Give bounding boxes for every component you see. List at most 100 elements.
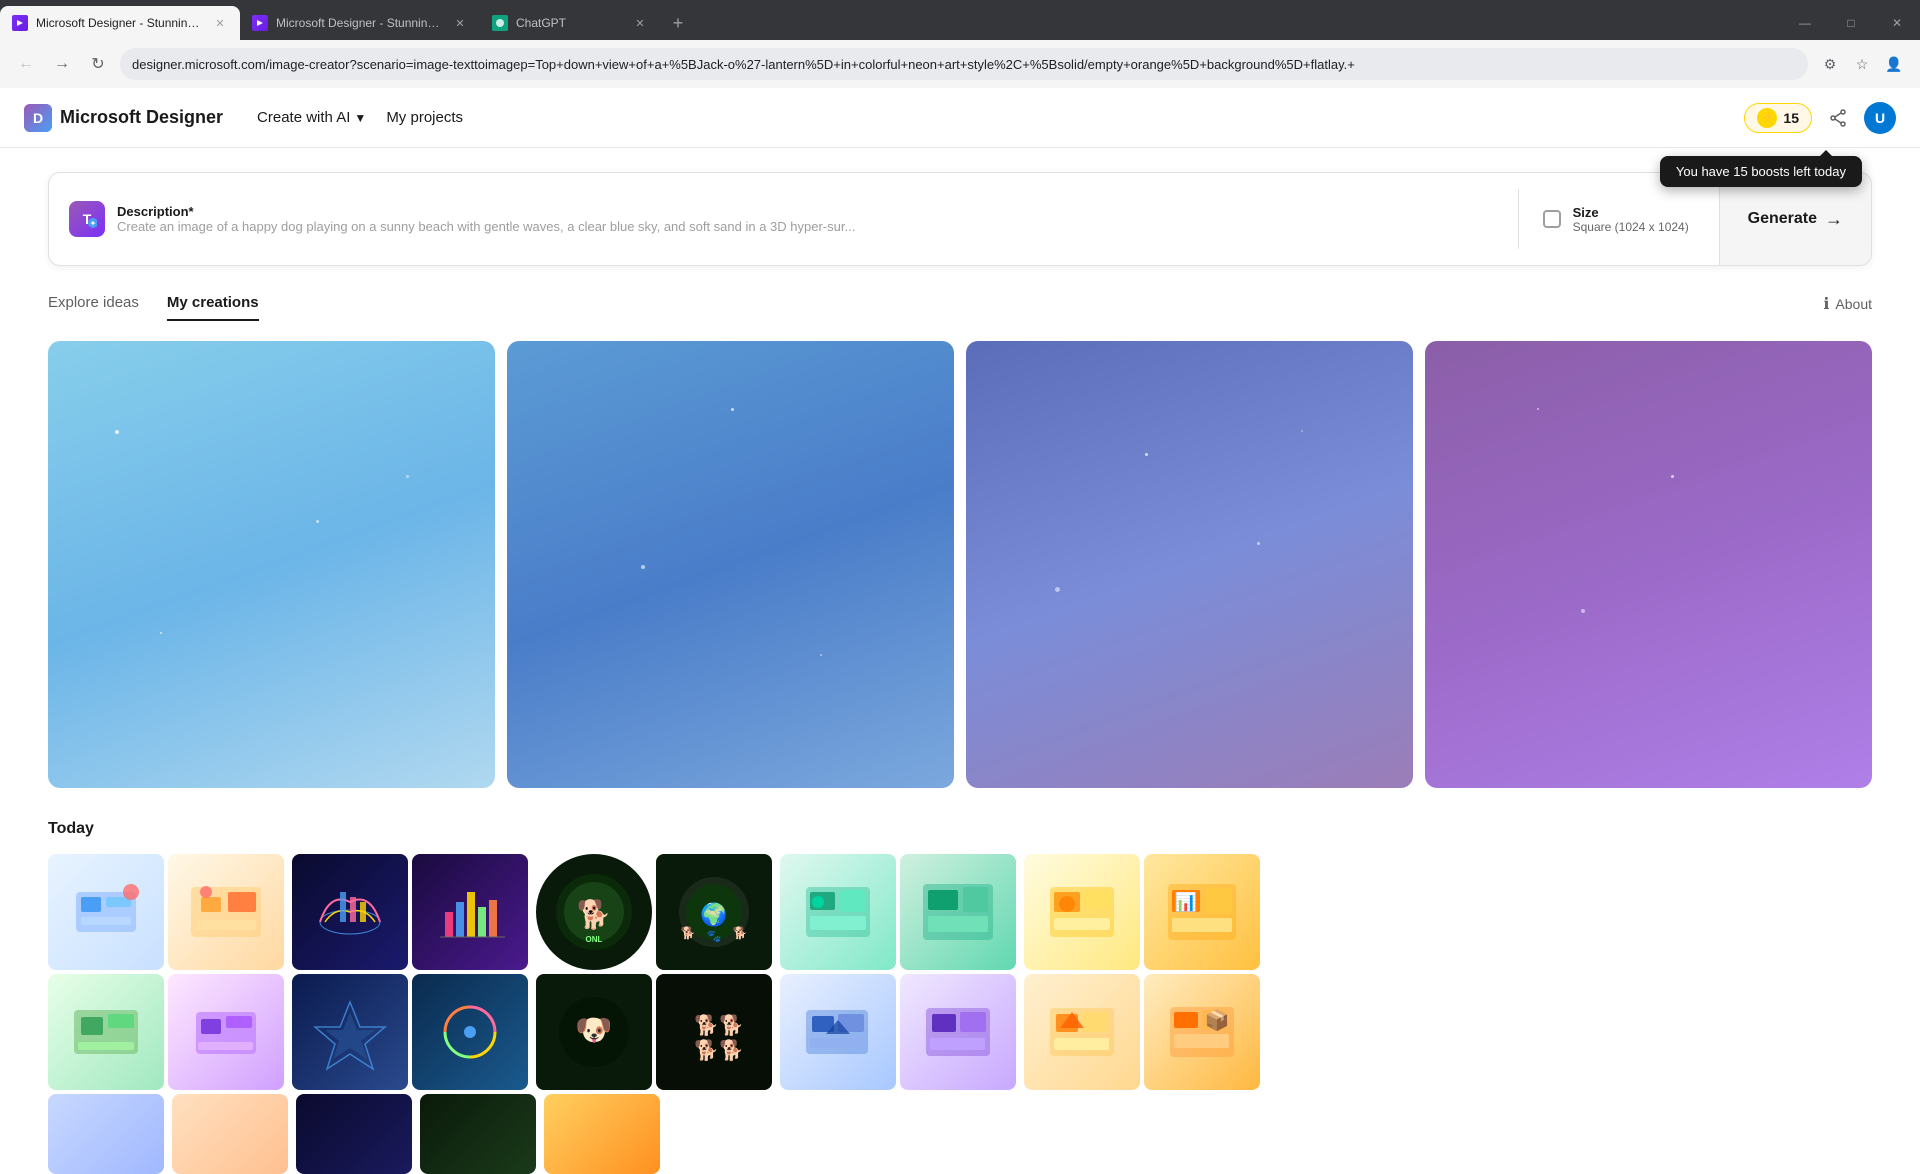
info-icon: ℹ [1823, 294, 1829, 314]
today-thumb-yellow-3[interactable] [1024, 974, 1140, 1090]
loading-card-3[interactable] [966, 341, 1413, 788]
boost-tooltip: You have 15 boosts left today [1660, 156, 1862, 187]
tab-2[interactable]: Microsoft Designer - Stunning... ✕ [240, 6, 480, 40]
boost-coin-icon: ⚡ [1757, 108, 1777, 128]
my-projects-nav[interactable]: My projects [376, 103, 473, 132]
maximize-button[interactable]: □ [1828, 6, 1874, 40]
bookmark-icon[interactable]: ☆ [1848, 50, 1876, 78]
today-thumb-5[interactable] [292, 854, 408, 970]
today-group-4 [780, 854, 1016, 1090]
app-logo-text: Microsoft Designer [60, 107, 223, 128]
today-thumb-4[interactable] [168, 974, 284, 1090]
loading-cards-grid [48, 341, 1872, 788]
app-logo: D Microsoft Designer [24, 104, 223, 132]
explore-ideas-tab[interactable]: Explore ideas [48, 286, 139, 321]
today-thumb-dog-4[interactable]: 🐕 🐕 🐕 🐕 [656, 974, 772, 1090]
back-button[interactable]: ← [12, 50, 40, 78]
today-thumb-tech-3[interactable] [780, 974, 896, 1090]
strip-item-5[interactable] [544, 1094, 660, 1174]
description-placeholder: Create an image of a happy dog playing o… [117, 219, 855, 234]
svg-text:🐕: 🐕 [577, 898, 612, 931]
svg-text:📦: 📦 [1205, 1008, 1230, 1032]
loading-card-2[interactable] [507, 341, 954, 788]
description-bar: T ✦ Description* Create an image of a ha… [48, 172, 1872, 266]
extensions-icon[interactable]: ⚙ [1816, 50, 1844, 78]
size-value: Square (1024 x 1024) [1573, 220, 1689, 234]
tab-title-1: Microsoft Designer - Stunning... [36, 16, 204, 30]
bottom-strip [48, 1094, 1872, 1174]
today-thumb-7[interactable] [292, 974, 408, 1090]
close-button[interactable]: ✕ [1874, 6, 1920, 40]
strip-item-4[interactable] [420, 1094, 536, 1174]
svg-text:🌍: 🌍 [700, 902, 727, 927]
description-input-area[interactable]: T ✦ Description* Create an image of a ha… [49, 185, 1518, 253]
generate-label: Generate [1748, 210, 1817, 228]
my-creations-tab[interactable]: My creations [167, 286, 259, 321]
app-logo-icon: D [24, 104, 52, 132]
minimize-button[interactable]: — [1782, 6, 1828, 40]
today-group-1 [48, 854, 284, 1090]
header-right: ⚡ 15 U [1744, 100, 1896, 136]
refresh-button[interactable]: ↻ [84, 50, 112, 78]
today-thumb-dog-1[interactable]: 🐕 ONL [536, 854, 652, 970]
app: D Microsoft Designer Create with AI ▼ My… [0, 88, 1920, 1174]
tabs-row: Explore ideas My creations ℹ About [48, 286, 1872, 321]
strip-item-2[interactable] [172, 1094, 288, 1174]
today-thumb-yellow-1[interactable] [1024, 854, 1140, 970]
today-thumb-yellow-4[interactable]: 📦 [1144, 974, 1260, 1090]
address-input[interactable]: designer.microsoft.com/image-creator?sce… [120, 48, 1808, 80]
boost-badge[interactable]: ⚡ 15 [1744, 103, 1812, 133]
profile-icon[interactable]: 👤 [1880, 50, 1908, 78]
address-bar: ← → ↻ designer.microsoft.com/image-creat… [0, 40, 1920, 88]
tab-close-2[interactable]: ✕ [452, 15, 468, 31]
today-thumb-yellow-2[interactable]: 📊 [1144, 854, 1260, 970]
svg-text:🐕: 🐕 [694, 1038, 719, 1062]
user-avatar[interactable]: U [1864, 102, 1896, 134]
today-thumb-tech-1[interactable] [780, 854, 896, 970]
svg-text:🐕: 🐕 [719, 1013, 744, 1037]
today-section: Today [48, 820, 1872, 1174]
today-thumb-tech-2[interactable] [900, 854, 1016, 970]
today-thumb-tech-4[interactable] [900, 974, 1016, 1090]
chevron-down-icon: ▼ [354, 111, 366, 125]
size-info: Size Square (1024 x 1024) [1573, 205, 1689, 234]
today-thumb-1[interactable] [48, 854, 164, 970]
today-thumb-6[interactable] [412, 854, 528, 970]
today-group-3: 🐕 ONL 🌍 🐕 🐾 🐕 [536, 854, 772, 1090]
tab-close-3[interactable]: ✕ [632, 15, 648, 31]
strip-item-1[interactable] [48, 1094, 164, 1174]
tab-1[interactable]: Microsoft Designer - Stunning... ✕ [0, 6, 240, 40]
loading-card-1[interactable] [48, 341, 495, 788]
today-thumb-8[interactable] [412, 974, 528, 1090]
generate-arrow-icon: → [1825, 209, 1843, 230]
window-controls: — □ ✕ [1782, 6, 1920, 40]
share-icon[interactable] [1820, 100, 1856, 136]
size-area: Size Square (1024 x 1024) [1519, 205, 1719, 234]
svg-text:ONL: ONL [586, 935, 603, 944]
today-thumb-3[interactable] [48, 974, 164, 1090]
loading-card-4[interactable] [1425, 341, 1872, 788]
tab-favicon-3 [492, 15, 508, 31]
today-thumb-dog-2[interactable]: 🌍 🐕 🐾 🐕 [656, 854, 772, 970]
today-grid: 🐕 ONL 🌍 🐕 🐾 🐕 [48, 854, 1872, 1090]
tab-close-1[interactable]: ✕ [212, 15, 228, 31]
forward-button[interactable]: → [48, 50, 76, 78]
tab-favicon-1 [12, 15, 28, 31]
tab-favicon-2 [252, 15, 268, 31]
today-thumb-2[interactable] [168, 854, 284, 970]
today-group-2 [292, 854, 528, 1090]
today-group-5: 📊 [1024, 854, 1260, 1090]
today-thumb-dog-3[interactable]: 🐶 [536, 974, 652, 1090]
strip-item-3[interactable] [296, 1094, 412, 1174]
address-text: designer.microsoft.com/image-creator?sce… [132, 57, 1355, 72]
tab-bar: Microsoft Designer - Stunning... ✕ Micro… [0, 0, 1920, 40]
svg-text:🐶: 🐶 [575, 1014, 612, 1047]
create-with-ai-nav[interactable]: Create with AI ▼ [247, 103, 376, 132]
about-button[interactable]: ℹ About [1823, 294, 1872, 314]
size-checkbox[interactable] [1543, 210, 1561, 228]
tab-3[interactable]: ChatGPT ✕ [480, 6, 660, 40]
svg-text:🐕: 🐕 [681, 926, 696, 940]
size-label: Size [1573, 205, 1689, 220]
svg-text:🐕: 🐕 [719, 1038, 744, 1062]
new-tab-button[interactable]: + [664, 9, 692, 37]
